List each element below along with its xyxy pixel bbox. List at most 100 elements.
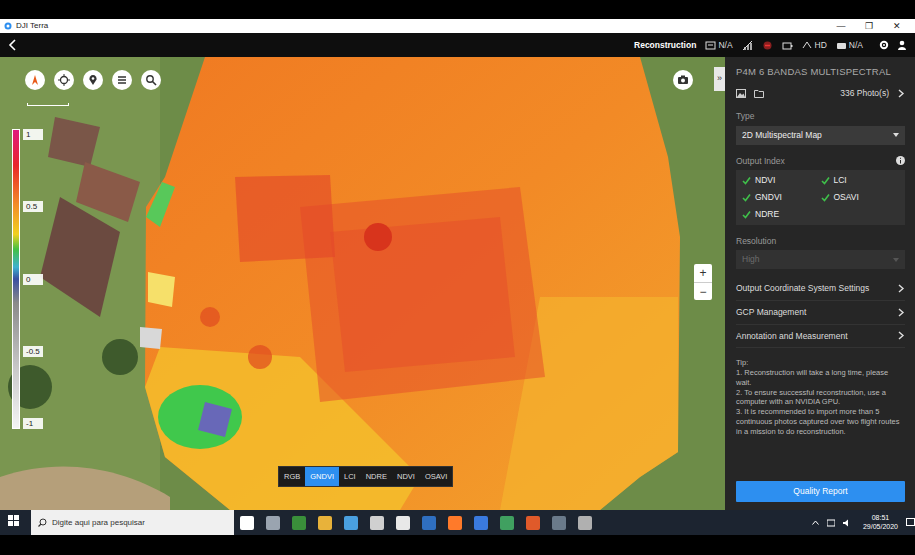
check-icon[interactable] (821, 193, 830, 202)
settings-link-label[interactable]: Output Coordinate System Settings (736, 282, 869, 295)
chevron-right-icon[interactable] (897, 308, 905, 317)
chevron-right-icon[interactable] (897, 331, 905, 340)
window-control[interactable]: — (827, 19, 855, 33)
output-index-item[interactable]: GNDVI (742, 191, 821, 204)
index-tab[interactable]: OSAVI (420, 467, 452, 486)
main-area: »10.50-0.5-1+−RGBGNDVILCINDRENDVIOSAVI P… (0, 57, 915, 510)
notifications-icon[interactable] (906, 518, 915, 527)
windows-logo-icon[interactable] (8, 515, 19, 526)
clock-date[interactable]: 29/05/2020 (863, 523, 898, 531)
multispectral-map[interactable] (0, 57, 725, 510)
folder-icon[interactable] (754, 89, 764, 98)
output-index-label[interactable]: NDVI (755, 174, 775, 187)
taskbar-clock[interactable]: 08:5129/05/2020 (855, 514, 906, 530)
taskbar-app-icon[interactable] (578, 516, 592, 530)
search-icon[interactable] (145, 74, 157, 86)
chevron-right-icon[interactable] (897, 284, 905, 293)
output-index-item[interactable]: NDVI (742, 174, 821, 187)
check-icon[interactable] (821, 176, 830, 185)
expand-panel-tab[interactable]: » (714, 67, 725, 91)
tray-arrow-icon[interactable] (812, 520, 819, 525)
taskbar-app-icon[interactable] (474, 516, 488, 530)
check-icon[interactable] (742, 210, 751, 219)
output-index-label[interactable]: LCI (834, 174, 847, 187)
gear-icon[interactable] (879, 40, 889, 50)
output-index-label[interactable]: NDRE (755, 208, 779, 221)
chevron-right-icon[interactable] (897, 89, 905, 98)
window-control[interactable]: ✕ (883, 19, 911, 33)
clock-time[interactable]: 08:51 (863, 514, 898, 522)
network-icon[interactable] (827, 519, 835, 527)
info-icon[interactable] (896, 156, 905, 165)
taskbar-app-icon[interactable] (318, 516, 332, 530)
settings-link[interactable]: GCP Management (736, 301, 905, 325)
check-icon[interactable] (742, 193, 751, 202)
map-legend: 10.50-0.5-1 (12, 129, 43, 429)
taskbar-app-icon[interactable] (526, 516, 540, 530)
zoom-in-button[interactable]: + (694, 264, 712, 282)
start-button[interactable] (0, 515, 27, 530)
map-toolbar (25, 70, 161, 90)
photo-count[interactable]: 336 Photo(s) (840, 87, 889, 100)
check-icon[interactable] (742, 176, 751, 185)
compass-icon[interactable] (29, 74, 41, 86)
settings-link-label[interactable]: Annotation and Measurement (736, 330, 848, 343)
output-index-item[interactable]: LCI (821, 174, 900, 187)
settings-link[interactable]: Output Coordinate System Settings (736, 277, 905, 301)
settings-link[interactable]: Annotation and Measurement (736, 325, 905, 349)
type-select[interactable]: 2D Multispectral Map (736, 126, 905, 145)
list-icon[interactable] (116, 74, 128, 86)
settings-link-label[interactable]: GCP Management (736, 306, 806, 319)
camera-icon[interactable] (677, 74, 689, 86)
index-tab[interactable]: RGB (279, 467, 305, 486)
type-value[interactable]: 2D Multispectral Map (742, 129, 822, 142)
taskbar-app-icon[interactable] (240, 516, 254, 530)
caret-down-icon[interactable] (893, 133, 899, 137)
taskbar-app-icon[interactable] (344, 516, 358, 530)
taskbar-app-icon[interactable] (370, 516, 384, 530)
map-tool-button[interactable] (141, 70, 161, 90)
letterbox-top (0, 0, 915, 19)
window-control[interactable]: ❐ (855, 19, 883, 33)
taskbar-app-icon[interactable] (396, 516, 410, 530)
tips: Tip:1. Reconstruction will take a long t… (736, 358, 905, 436)
output-index-item[interactable]: OSAVI (821, 191, 900, 204)
taskbar-app-icon[interactable] (422, 516, 436, 530)
output-index-item[interactable]: NDRE (742, 208, 821, 221)
taskbar-app-icon[interactable] (552, 516, 566, 530)
user-icon[interactable] (897, 40, 907, 50)
taskbar-search-placeholder[interactable]: Digite aqui para pesquisar (52, 517, 145, 529)
map-tool-button[interactable] (83, 70, 103, 90)
taskbar-search[interactable]: Digite aqui para pesquisar (31, 510, 234, 535)
status-text: HD (815, 39, 827, 52)
search-icon[interactable] (38, 518, 47, 527)
tip-line: 2. To ensure successful reconstruction, … (736, 388, 905, 408)
caret-down-icon (893, 258, 899, 262)
image-icon[interactable] (736, 89, 746, 98)
quality-report-button[interactable]: Quality Report (736, 481, 905, 502)
pin-icon[interactable] (87, 74, 99, 86)
taskbar-app-icon[interactable] (266, 516, 280, 530)
map-view[interactable]: » 10.50-0.5-1 +− RGBGNDVILCINDRENDVIOSAVI (0, 57, 725, 510)
photo-row: 336 Photo(s) (736, 87, 905, 100)
status-icon (836, 40, 847, 51)
back-arrow-icon[interactable] (8, 39, 18, 51)
volume-icon[interactable] (843, 519, 851, 527)
taskbar-app-icon[interactable] (292, 516, 306, 530)
map-tool-button[interactable] (112, 70, 132, 90)
zoom-out-button[interactable]: − (694, 282, 712, 300)
locate-icon[interactable] (58, 74, 70, 86)
screenshot-button[interactable] (673, 70, 693, 90)
index-tab[interactable]: NDRE (361, 467, 392, 486)
output-index-label[interactable]: OSAVI (834, 191, 859, 204)
output-index-label[interactable]: GNDVI (755, 191, 782, 204)
taskbar-app-icon[interactable] (448, 516, 462, 530)
legend-tick: -0.5 (23, 346, 43, 357)
index-tab[interactable]: NDVI (392, 467, 420, 486)
map-tool-button[interactable] (54, 70, 74, 90)
taskbar-app-icon[interactable] (500, 516, 514, 530)
map-tool-button[interactable] (25, 70, 45, 90)
index-tab[interactable]: GNDVI (305, 467, 339, 486)
window-title-bar: DJI Terra—❐✕ (0, 19, 915, 33)
index-tab[interactable]: LCI (339, 467, 361, 486)
